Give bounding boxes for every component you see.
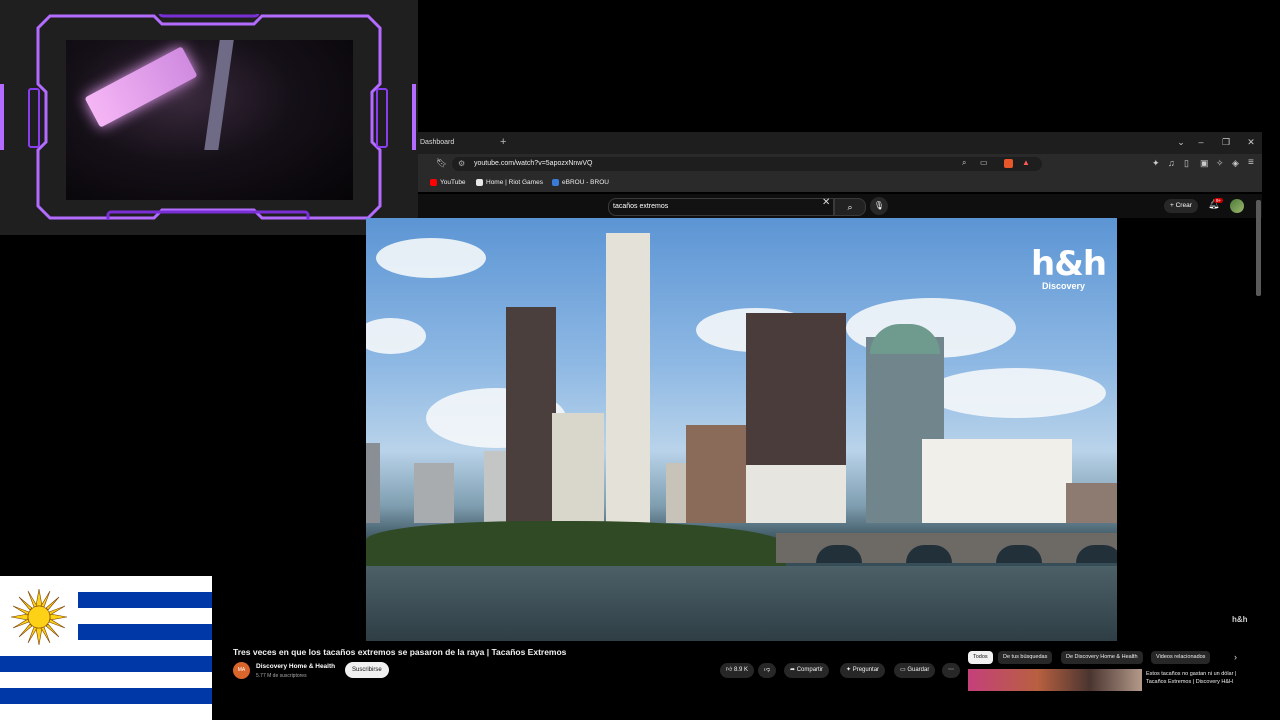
- clear-search-icon[interactable]: ✕: [822, 197, 830, 208]
- restore-icon[interactable]: ❐: [1219, 137, 1233, 148]
- subscribe-button[interactable]: Suscribirse: [345, 662, 389, 678]
- address-bar-row: 🔖︎ ⚙︎ youtube.com/watch?v=5apozxNnwVQ ⌕ …: [418, 154, 1262, 174]
- river: [366, 566, 1117, 641]
- close-icon[interactable]: ✕: [1244, 137, 1258, 148]
- microphone-icon: 🎙︎: [873, 201, 885, 210]
- like-button[interactable]: 👍︎ 8.9 K: [720, 663, 754, 678]
- extensions-icon[interactable]: ✦: [1152, 158, 1160, 169]
- cast-icon[interactable]: ▭: [980, 158, 988, 167]
- sun-of-may-icon: [10, 588, 68, 646]
- search-button[interactable]: ⌕: [834, 198, 866, 216]
- ai-icon[interactable]: ✧: [1216, 158, 1224, 169]
- save-button[interactable]: ▭ Guardar: [894, 663, 936, 678]
- share-icon: ➦: [790, 667, 797, 673]
- rewards-icon[interactable]: ▲: [1022, 158, 1030, 167]
- trees: [366, 521, 786, 569]
- bookmark-icon[interactable]: 🔖︎: [436, 158, 447, 169]
- bridge: [776, 533, 1117, 563]
- sparkle-icon: ✦: [846, 667, 853, 673]
- brave-shield-icon[interactable]: [1004, 159, 1013, 168]
- channel-logo-sub: Discovery: [1042, 281, 1086, 291]
- ask-button[interactable]: ✦ Preguntar: [840, 663, 886, 678]
- dislike-button[interactable]: 👎︎: [758, 663, 777, 678]
- bookmark-ebrou[interactable]: eBROU - BROU: [552, 179, 609, 186]
- webcam-overlay: [0, 0, 418, 235]
- video-title: Tres veces en que los tacaños extremos s…: [233, 647, 567, 657]
- url-text: youtube.com/watch?v=5apozxNnwVQ: [474, 160, 593, 167]
- more-options-button[interactable]: ⋯: [942, 663, 960, 678]
- youtube-header: tacaños extremos ✕ ⌕ 🎙︎ + Crear 🔔︎ 9+: [418, 194, 1262, 218]
- menu-icon[interactable]: ≡: [1248, 157, 1254, 168]
- chip-all[interactable]: Todos: [968, 651, 993, 664]
- chip-from-searches[interactable]: De tus búsquedas: [998, 651, 1053, 664]
- search-input[interactable]: tacaños extremos: [608, 198, 834, 216]
- subscriber-count: 5.77 M de suscriptores: [256, 673, 307, 679]
- search-icon: ⌕: [847, 202, 853, 212]
- chip-from-channel[interactable]: De Discovery Home & Health: [1061, 651, 1143, 664]
- riot-games-icon: [476, 179, 483, 186]
- account-avatar[interactable]: [1230, 199, 1244, 213]
- channel-logo: h&h: [1031, 244, 1107, 284]
- page-scrollbar[interactable]: [1256, 200, 1261, 296]
- youtube-icon: [430, 179, 437, 186]
- minimize-icon[interactable]: –: [1194, 137, 1208, 147]
- share-button[interactable]: ➦ Compartir: [784, 663, 830, 678]
- tab-bar: Dashboard + ⌄ – ❐ ✕: [418, 132, 1262, 154]
- wallet-icon[interactable]: ▣: [1200, 158, 1209, 169]
- chip-related[interactable]: Videos relacionados: [1151, 651, 1211, 664]
- corner-watermark: h&h: [1232, 615, 1248, 624]
- tab-title[interactable]: Dashboard: [420, 139, 454, 146]
- channel-avatar[interactable]: MA: [233, 662, 250, 679]
- chevron-right-icon[interactable]: ›: [1234, 652, 1237, 662]
- bookmark-riot-games[interactable]: Home | Riot Games: [476, 179, 543, 186]
- create-button[interactable]: + Crear: [1164, 199, 1198, 213]
- new-tab-icon[interactable]: +: [500, 136, 506, 148]
- bookmarks-bar: YouTube Home | Riot Games eBROU - BROU: [418, 174, 1262, 192]
- search-query: tacaños extremos: [613, 203, 669, 210]
- uruguay-flag: [0, 576, 212, 720]
- music-icon[interactable]: ♫: [1168, 158, 1175, 168]
- webcam-video: [66, 40, 353, 200]
- monitor-image: [204, 40, 234, 150]
- channel-name[interactable]: Discovery Home & Health: [256, 663, 335, 670]
- keyboard-image: [84, 46, 198, 128]
- recommendation-thumbnail[interactable]: [968, 669, 1142, 691]
- sidebar-icon[interactable]: ▯: [1184, 158, 1189, 169]
- recommendation-title[interactable]: Estos tacaños no gastan ni un dólar | Ta…: [1146, 670, 1250, 686]
- video-player[interactable]: h&h Discovery: [366, 218, 1117, 641]
- voice-search-button[interactable]: 🎙︎: [870, 197, 888, 215]
- bookmark-youtube[interactable]: YouTube: [430, 179, 466, 186]
- chevron-down-icon[interactable]: ⌄: [1174, 137, 1188, 148]
- flag-canton: [0, 576, 78, 656]
- thumbs-down-icon: 👎︎: [764, 667, 771, 673]
- site-info-icon[interactable]: ⚙︎: [458, 159, 465, 168]
- thumbs-up-icon: 👍︎: [726, 667, 734, 673]
- url-field[interactable]: ⚙︎ youtube.com/watch?v=5apozxNnwVQ ⌕ ▭ ▲: [452, 157, 1042, 171]
- notification-badge: 9+: [1214, 198, 1224, 203]
- more-icon: ⋯: [948, 667, 954, 673]
- brou-icon: [552, 179, 559, 186]
- zoom-icon[interactable]: ⌕: [962, 158, 966, 168]
- vpn-icon[interactable]: ◈: [1232, 158, 1239, 169]
